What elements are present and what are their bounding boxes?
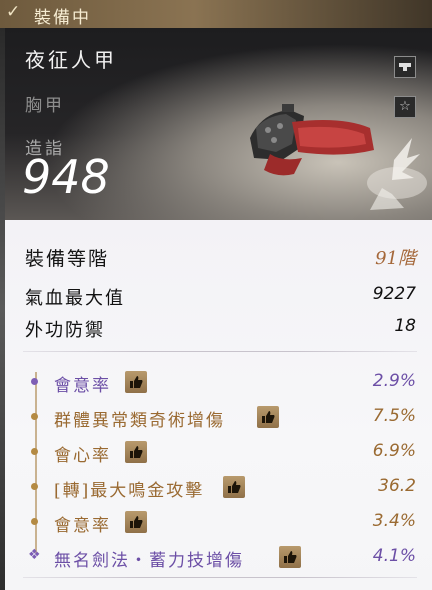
substat-name: [轉]最大鳴金攻擊 [54,481,205,501]
item-name: 夜征人甲 [25,48,117,72]
thumbs-up-icon [125,441,147,463]
substat-dot [31,413,38,420]
thumbs-up-icon [223,476,245,498]
stats-body: 裝備等階 91階 氣血最大值 9227 外功防禦 18 會意率 2.9% 群體異… [5,220,432,590]
tier-value: 91階 [375,248,416,269]
defense-label: 外功防禦 [25,320,105,341]
substat-value: 7.5% [372,406,416,426]
substat-dot [31,448,38,455]
substat-value: 3.4% [372,511,416,531]
substat-row: 群體異常類奇術增傷 7.5% [5,402,432,432]
substat-dot [31,518,38,525]
substat-name: 會意率 [54,516,111,536]
substat-name: 無名劍法・蓄力技增傷 [54,551,244,571]
armor-icon [242,98,432,220]
substat-name: 會心率 [54,446,111,466]
equipped-bar: ✓ 裝備中 [0,0,432,29]
substat-name: 群體異常類奇術增傷 [54,411,225,431]
equipped-label: 裝備中 [34,8,91,28]
substat-value: 6.9% [372,441,416,461]
defense-value: 18 [394,316,416,336]
substat-value: 2.9% [372,371,416,391]
diamond-icon: ❖ [28,547,41,563]
item-tooltip-panel: ✓ 裝備中 夜征人甲 胸甲 造詣 948 ☆ 裝備等階 91階 氣血最大值 92… [0,0,432,590]
score-value: 948 [22,150,110,204]
thumbs-up-icon [125,371,147,393]
thumbs-up-icon [125,511,147,533]
check-icon: ✓ [6,2,21,22]
thumbs-up-icon [279,546,301,568]
substat-row: 會心率 6.9% [5,437,432,467]
tier-label: 裝備等階 [25,248,110,270]
hp-label: 氣血最大值 [25,288,125,309]
substat-dot [31,483,38,490]
substat-row: ❖ 無名劍法・蓄力技增傷 4.1% [5,542,432,572]
item-slot: 胸甲 [25,96,65,116]
thumbs-up-icon [257,406,279,428]
substat-value: 36.2 [378,476,416,496]
lock-icon[interactable] [394,56,416,78]
divider [23,351,417,352]
substat-dot [31,378,38,385]
substat-name: 會意率 [54,376,111,396]
substat-value: 4.1% [372,546,416,566]
divider [23,577,417,578]
substat-row: 會意率 2.9% [5,367,432,397]
hp-value: 9227 [372,284,416,304]
substat-row: 會意率 3.4% [5,507,432,537]
substat-row: [轉]最大鳴金攻擊 36.2 [5,472,432,502]
